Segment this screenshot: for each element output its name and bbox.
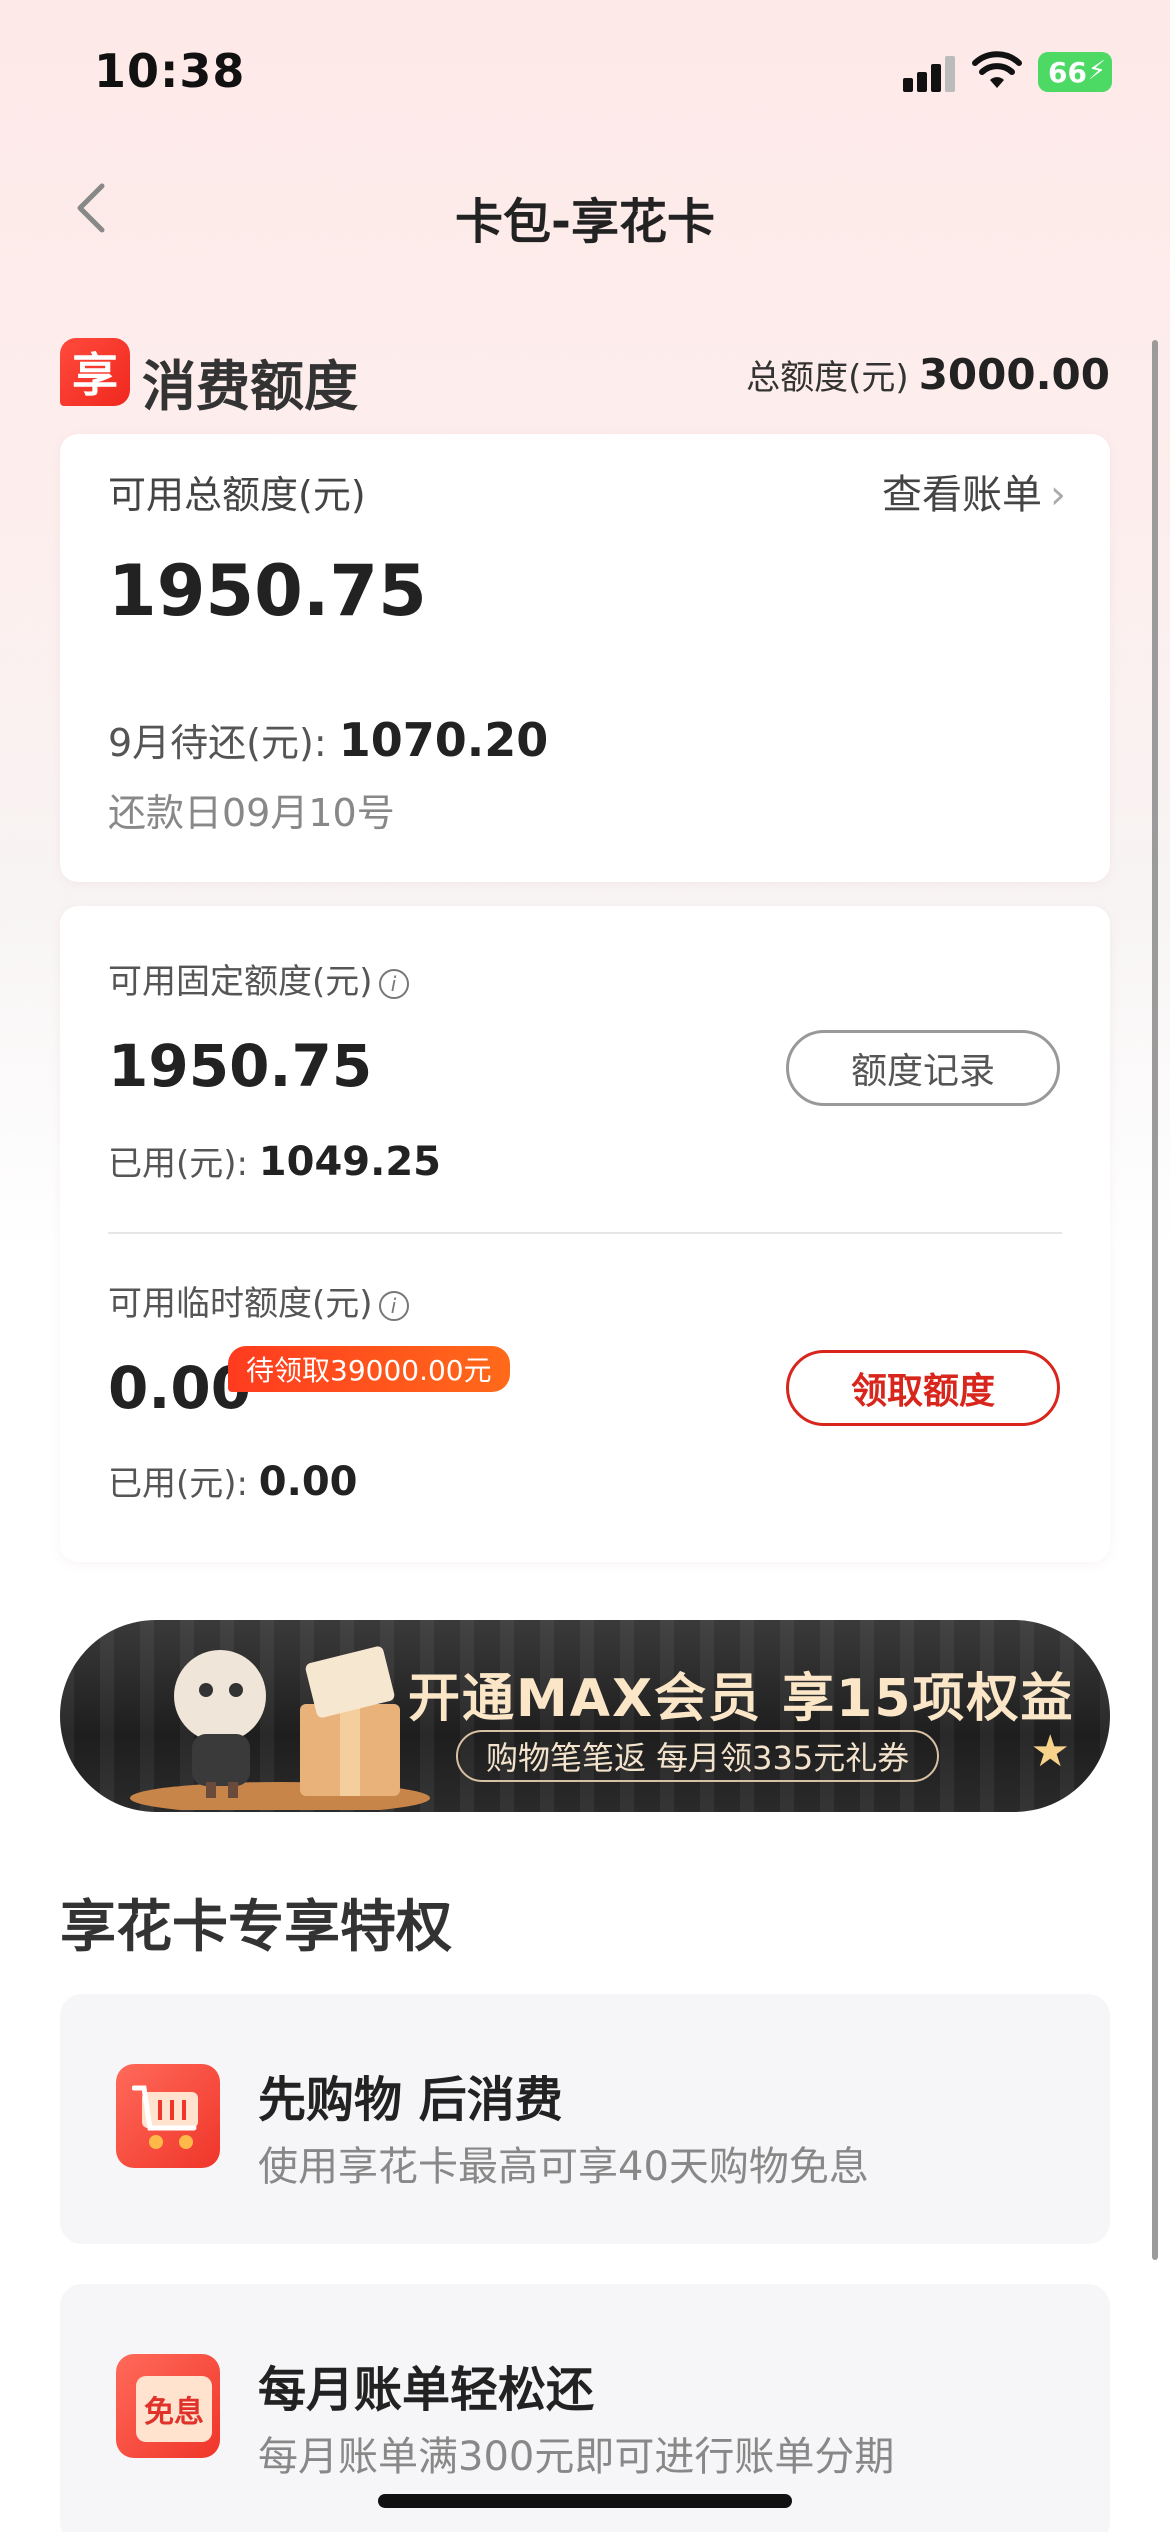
fixed-used-value: 1049.25: [258, 1139, 441, 1185]
view-bill-link[interactable]: 查看账单 ›: [882, 462, 1066, 520]
temp-used: 已用(元): 0.00: [108, 1456, 358, 1505]
quota-detail-card: 可用固定额度(元) i 1950.75 额度记录 已用(元): 1049.25 可…: [60, 906, 1110, 1562]
mascot-gift-illustration: [130, 1646, 430, 1810]
home-indicator[interactable]: [378, 2494, 792, 2508]
view-bill-label: 查看账单: [882, 472, 1042, 518]
claim-quota-button[interactable]: 领取额度: [786, 1350, 1060, 1426]
banner-title: 开通MAX会员 享15项权益: [408, 1669, 1075, 1729]
due-amount: 9月待还(元): 1070.20: [108, 712, 548, 767]
privilege-title: 每月账单轻松还: [258, 2362, 595, 2418]
temp-quota-label-row: 可用临时额度(元) i: [108, 1276, 409, 1325]
fixed-quota-label-row: 可用固定额度(元) i: [108, 954, 409, 1003]
cart-icon: [116, 2064, 220, 2168]
section-title: 消费额度: [142, 355, 358, 418]
quota-record-button[interactable]: 额度记录: [786, 1030, 1060, 1106]
interest-free-icon: 免息: [116, 2354, 220, 2458]
available-quota-card: 可用总额度(元) 查看账单 › 1950.75 9月待还(元): 1070.20 …: [60, 434, 1110, 882]
privilege-desc: 每月账单满300元即可进行账单分期: [258, 2434, 895, 2480]
fixed-used-label: 已用(元):: [108, 1144, 248, 1184]
chevron-right-icon: ›: [1050, 472, 1066, 518]
quota-section-header: 享 消费额度 总额度(元) 3000.00: [60, 334, 1110, 418]
privilege-item[interactable]: 先购物 后消费 使用享花卡最高可享40天购物免息: [60, 1994, 1110, 2244]
banner-subtitle: 购物笔笔返 每月领335元礼券: [456, 1730, 940, 1782]
pending-quota-badge: 待领取39000.00元: [228, 1346, 510, 1392]
total-quota-label: 总额度(元): [746, 358, 909, 398]
privilege-title: 先购物 后消费: [258, 2072, 563, 2128]
privileges-title: 享花卡专享特权: [60, 1895, 452, 1960]
due-value: 1070.20: [338, 713, 549, 767]
due-date: 还款日09月10号: [108, 791, 395, 835]
page-title: 卡包-享花卡: [455, 194, 715, 250]
max-membership-banner[interactable]: 开通MAX会员 享15项权益 购物笔笔返 每月领335元礼券 ★: [60, 1620, 1110, 1812]
available-quota-label: 可用总额度(元): [108, 473, 366, 517]
cellular-signal-icon: [903, 56, 955, 92]
privilege-desc: 使用享花卡最高可享40天购物免息: [258, 2144, 869, 2190]
fixed-quota-value: 1950.75: [108, 1032, 373, 1100]
fixed-used: 已用(元): 1049.25: [108, 1136, 441, 1185]
brand-icon: 享: [60, 338, 130, 406]
temp-used-value: 0.00: [258, 1459, 358, 1505]
battery-icon: 66 ⚡: [1038, 52, 1112, 92]
status-time: 10:38: [94, 44, 246, 98]
total-quota: 总额度(元) 3000.00: [746, 350, 1110, 399]
scrollbar[interactable]: [1152, 340, 1158, 2260]
star-icon: ★: [1030, 1726, 1070, 1777]
navigation-bar: 卡包-享花卡: [0, 160, 1170, 256]
info-icon[interactable]: i: [378, 968, 409, 999]
fixed-quota-label: 可用固定额度(元): [108, 962, 373, 1002]
battery-level: 66: [1048, 55, 1087, 89]
divider: [108, 1232, 1062, 1234]
total-quota-value: 3000.00: [918, 350, 1110, 399]
wifi-icon: [972, 51, 1022, 88]
temp-quota-label: 可用临时额度(元): [108, 1284, 373, 1324]
available-quota-value: 1950.75: [108, 550, 427, 632]
interest-free-icon-label: 免息: [136, 2376, 212, 2442]
temp-used-label: 已用(元):: [108, 1464, 248, 1504]
status-bar: 10:38 66 ⚡: [0, 0, 1170, 150]
info-icon[interactable]: i: [378, 1290, 409, 1321]
due-label: 9月待还(元):: [108, 721, 327, 765]
